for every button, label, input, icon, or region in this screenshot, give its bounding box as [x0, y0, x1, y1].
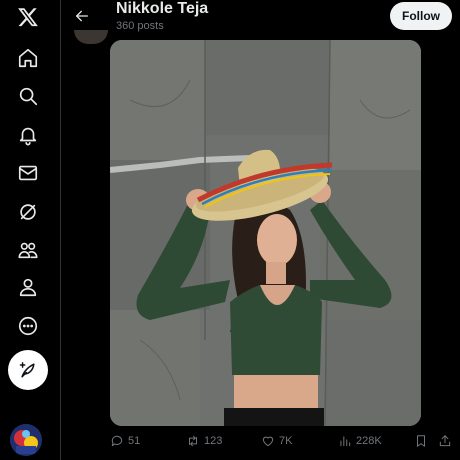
bookmark-button[interactable]	[414, 434, 428, 448]
profile-name: Nikkole Teja	[116, 0, 209, 17]
share-icon	[439, 435, 451, 447]
follow-button[interactable]: Follow	[390, 2, 452, 30]
notifications-bell-icon[interactable]	[8, 115, 48, 155]
view-count: 228K	[356, 435, 382, 447]
post-count: 360 posts	[116, 20, 164, 32]
more-circle-icon[interactable]	[8, 306, 48, 346]
x-logo-icon[interactable]	[8, 0, 48, 37]
reply-count: 51	[128, 435, 141, 447]
reply-icon	[111, 435, 123, 447]
profile-person-icon[interactable]	[8, 267, 48, 307]
app-window: Nikkole Teja 360 posts Follow 51 123 7K …	[0, 0, 460, 460]
post-media-image[interactable]	[110, 40, 421, 426]
like-button[interactable]: 7K	[261, 434, 292, 448]
bookmark-icon	[417, 435, 425, 447]
compose-post-icon[interactable]	[8, 350, 48, 390]
search-icon[interactable]	[8, 76, 48, 116]
repost-button[interactable]: 123	[186, 434, 222, 448]
share-button[interactable]	[438, 434, 452, 448]
grok-icon[interactable]	[8, 192, 48, 232]
sidebar-nav	[0, 0, 61, 460]
views-chart-icon	[340, 436, 351, 447]
repost-count: 123	[204, 435, 223, 447]
home-icon[interactable]	[8, 38, 48, 78]
back-arrow-icon[interactable]	[68, 4, 96, 28]
post-action-bar: 51 123 7K 228K	[62, 432, 460, 454]
repost-icon	[189, 435, 197, 447]
communities-icon[interactable]	[8, 230, 48, 270]
profile-header: Nikkole Teja 360 posts Follow	[62, 0, 460, 44]
heart-icon	[262, 436, 274, 447]
reply-button[interactable]: 51	[110, 434, 140, 448]
views-button[interactable]: 228K	[338, 434, 382, 448]
like-count: 7K	[279, 435, 293, 447]
header-avatar	[74, 30, 108, 44]
account-avatar[interactable]	[10, 424, 42, 456]
messages-envelope-icon[interactable]	[8, 153, 48, 193]
